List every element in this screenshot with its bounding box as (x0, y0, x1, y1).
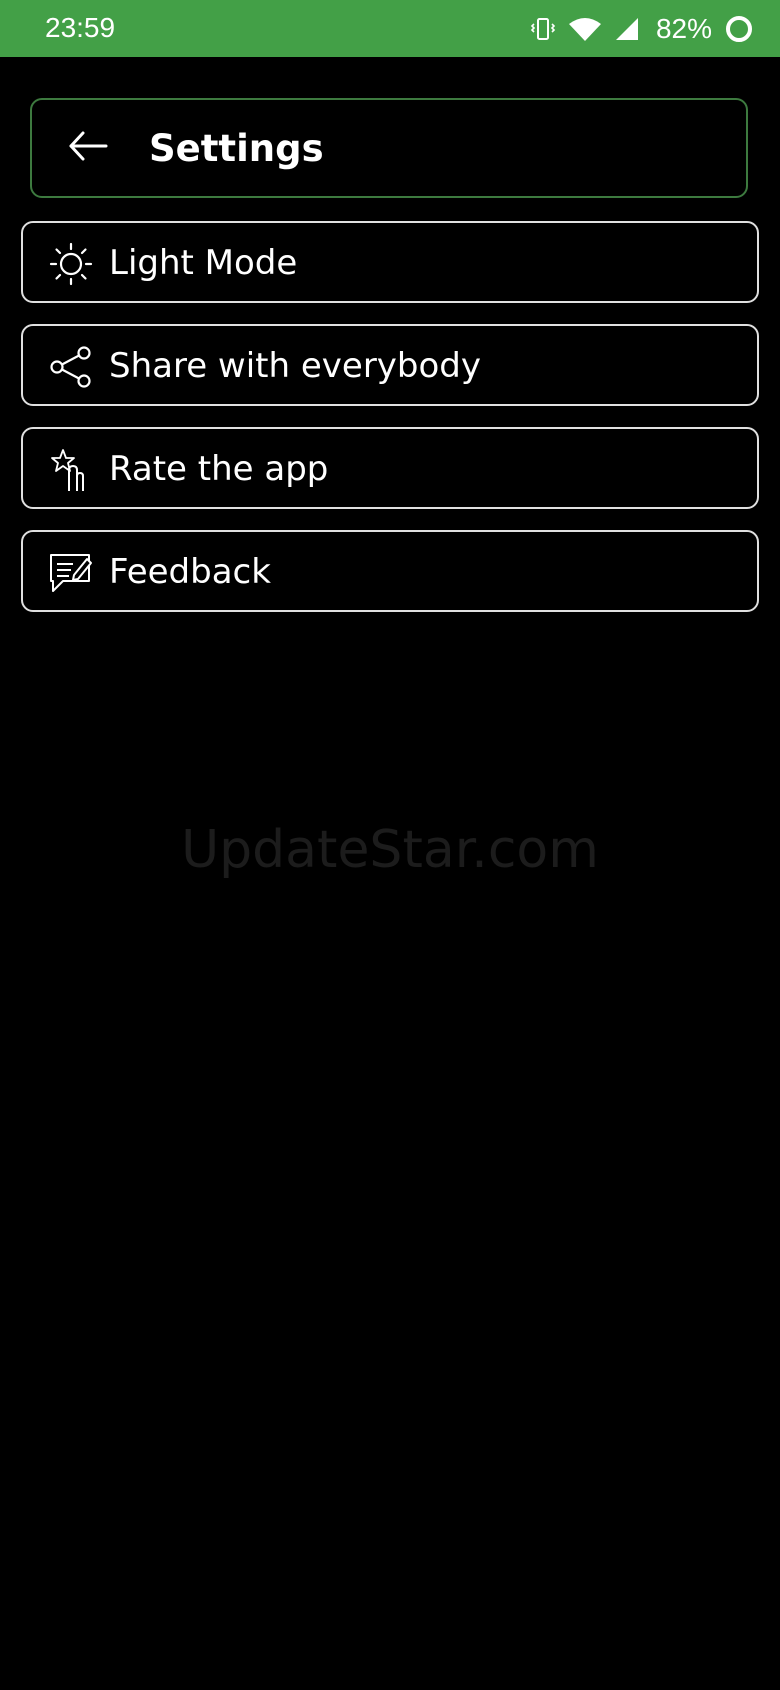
arrow-left-icon (66, 124, 110, 172)
back-button[interactable] (60, 120, 116, 176)
page-title: Settings (149, 127, 324, 170)
rate-app-item[interactable]: Rate the app (21, 427, 759, 509)
settings-screen: 23:59 82% Settings Light Mode Share with… (0, 0, 780, 1690)
watermark: UpdateStar.com (181, 820, 599, 880)
rate-app-label: Rate the app (109, 449, 329, 489)
light-mode-label: Light Mode (109, 243, 298, 283)
wifi-icon (568, 16, 602, 42)
status-icons: 82% (530, 10, 754, 48)
status-bar: 23:59 82% (0, 0, 780, 57)
feedback-edit-icon (49, 551, 93, 595)
share-label: Share with everybody (109, 346, 482, 386)
vibrate-icon (530, 16, 556, 42)
battery-percent: 82% (655, 13, 712, 44)
signal-icon (614, 16, 640, 42)
sun-icon (49, 242, 93, 286)
share-icon (49, 345, 93, 389)
feedback-label: Feedback (109, 552, 271, 592)
header-card: Settings (30, 98, 748, 198)
tap-star-icon (49, 448, 93, 492)
light-mode-item[interactable]: Light Mode (21, 221, 759, 303)
share-item[interactable]: Share with everybody (21, 324, 759, 406)
battery-ring-icon (724, 14, 754, 44)
feedback-item[interactable]: Feedback (21, 530, 759, 612)
status-time: 23:59 (45, 12, 116, 43)
